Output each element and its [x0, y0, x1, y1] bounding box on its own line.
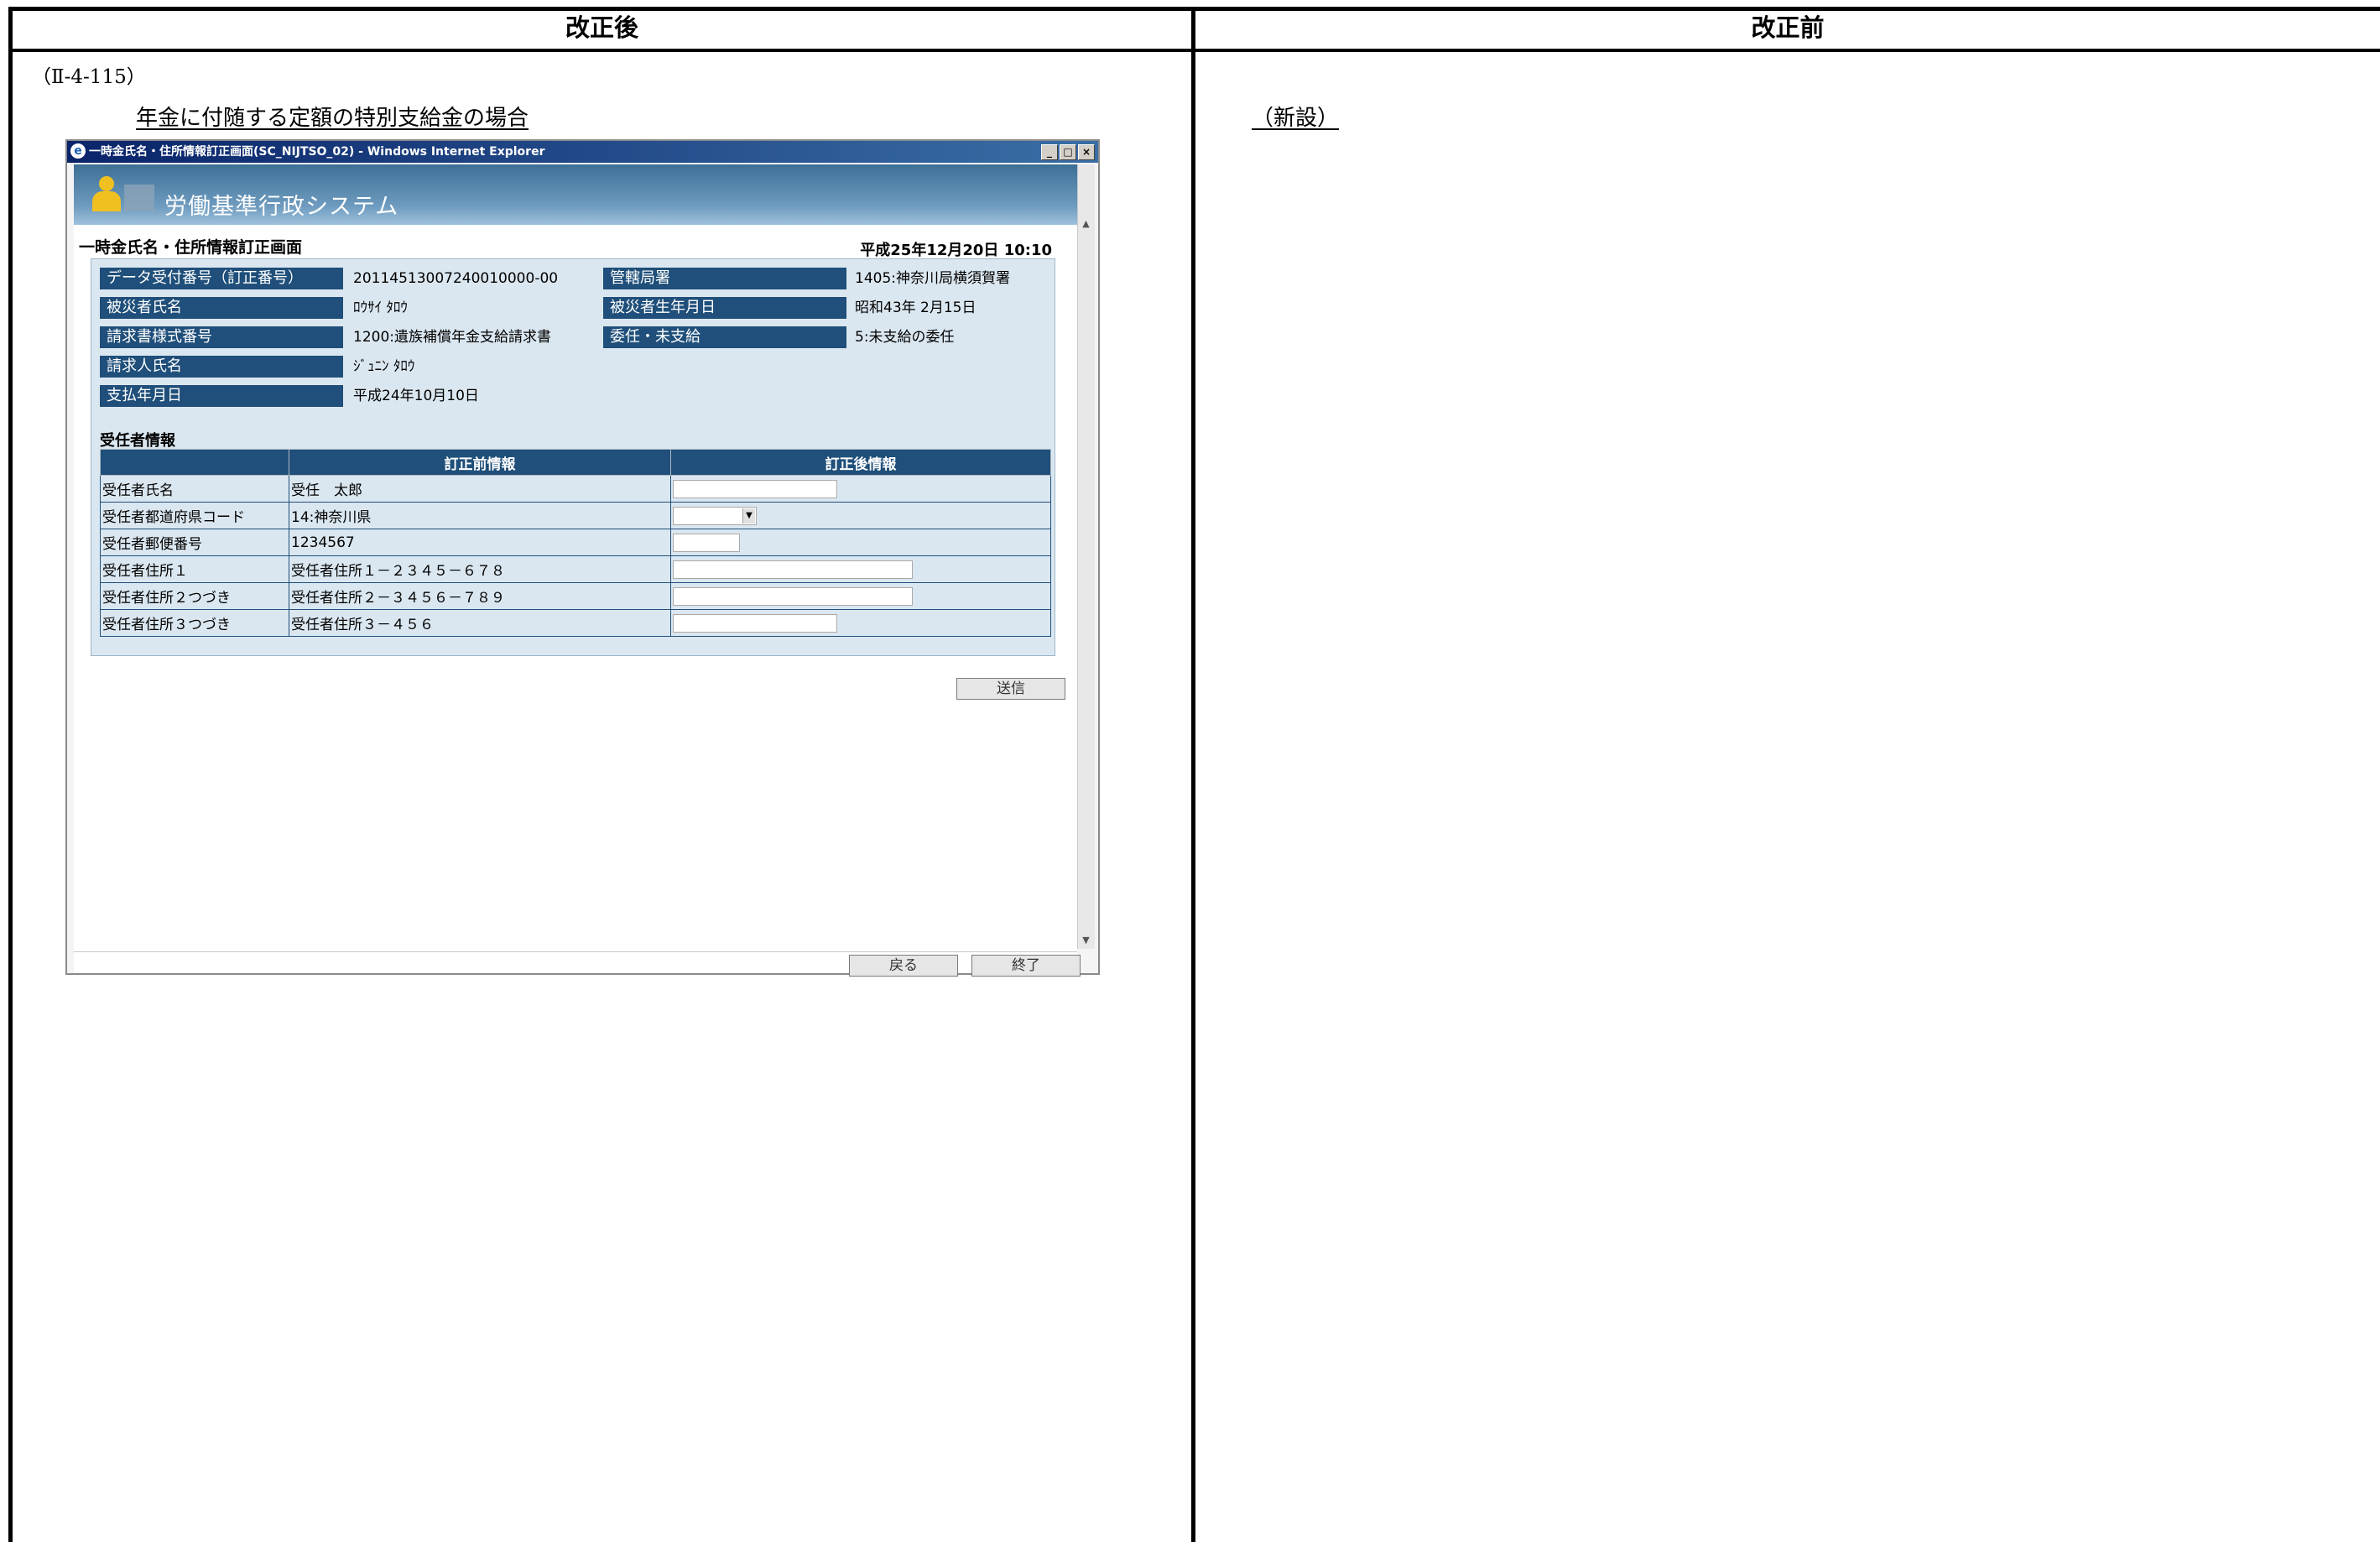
browser-window-screenshot: e 一時金氏名・住所情報訂正画面(SC_NIJTSO_02) - Windows…	[65, 139, 1100, 977]
row-label: 受任者郵便番号	[100, 529, 289, 556]
table-row: 受任者氏名 受任 太郎	[100, 475, 1051, 503]
row-label: 受任者住所３つづき	[100, 609, 289, 637]
row-before-value: 受任 太郎	[289, 475, 671, 503]
app-banner: 労働基準行政システム	[74, 164, 1077, 225]
row-label: 受任者住所２つづき	[100, 582, 289, 610]
payment-date-label: 支払年月日	[100, 385, 343, 407]
row-label: 受任者都道府県コード	[100, 502, 289, 529]
table-row: 受任者住所３つづき 受任者住所３－４５６	[100, 609, 1051, 637]
row-before-value: 14:神奈川県	[289, 502, 671, 529]
row-before-value: 受任者住所２－３４５６－７８９	[289, 582, 671, 610]
table-row: 受任者住所２つづき 受任者住所２－３４５６－７８９	[100, 582, 1051, 610]
window-title: 一時金氏名・住所情報訂正画面(SC_NIJTSO_02) - Windows I…	[89, 145, 545, 159]
heading-after-revision: 改正後	[565, 13, 638, 42]
window-titlebar: e 一時金氏名・住所情報訂正画面(SC_NIJTSO_02) - Windows…	[67, 141, 1098, 163]
row-before-value: 受任者住所１－２３４５－６７８	[289, 555, 671, 583]
app-title: 労働基準行政システム	[164, 194, 399, 220]
claimant-name-value: ｼﾞｭﾆﾝ ﾀﾛｳ	[353, 358, 415, 375]
form-number-value: 1200:遺族補償年金支給請求書	[353, 329, 551, 346]
heading-before-revision: 改正前	[1751, 13, 1825, 42]
exit-button[interactable]: 終了	[971, 955, 1081, 977]
address3-input[interactable]	[673, 613, 837, 633]
figure-caption: 年金に付随する定額の特別支給金の場合	[136, 106, 529, 131]
scroll-up-icon[interactable]: ▲	[1079, 216, 1093, 231]
window-controls: _ □ ×	[1041, 144, 1095, 160]
close-icon[interactable]: ×	[1078, 144, 1095, 160]
row-before-value: 受任者住所３－４５６	[289, 609, 671, 637]
chevron-down-icon: ▼	[742, 508, 755, 524]
form-number-label: 請求書様式番号	[100, 326, 343, 348]
col-after-header: 訂正後情報	[670, 449, 1051, 476]
office-value: 1405:神奈川局横須賀署	[855, 270, 1010, 287]
postal-code-input[interactable]	[673, 533, 740, 552]
office-label: 管轄局署	[603, 268, 846, 289]
page-content: 労働基準行政システム 一時金氏名・住所情報訂正画面 平成25年12月20日 10…	[74, 164, 1081, 977]
user-icon	[92, 176, 121, 213]
claimant-name-label: 請求人氏名	[100, 356, 343, 378]
row-label: 受任者住所１	[100, 555, 289, 583]
address2-input[interactable]	[673, 586, 913, 606]
ie-logo-icon: e	[70, 143, 86, 159]
scroll-down-icon[interactable]: ▼	[1079, 933, 1093, 947]
vertical-scrollbar[interactable]: ▲ ▼	[1077, 164, 1095, 949]
col-before-header: 訂正前情報	[289, 449, 671, 476]
victim-name-value: ﾛｳｻｲ ﾀﾛｳ	[353, 300, 408, 316]
footer-divider	[74, 951, 1077, 952]
delegation-label: 委任・未支給	[603, 326, 846, 348]
screen-datetime: 平成25年12月20日 10:10	[860, 242, 1052, 259]
info-panel: データ受付番号（訂正番号） 20114513007240010000-00 管轄…	[91, 258, 1055, 656]
delegation-value: 5:未支給の委任	[855, 329, 955, 346]
banner-emblem	[124, 185, 154, 211]
receipt-number-value: 20114513007240010000-00	[353, 270, 559, 287]
new-provision-note: （新設）	[1252, 106, 1340, 131]
receipt-number-label: データ受付番号（訂正番号）	[100, 268, 343, 289]
page-reference: （Ⅱ-4-115）	[32, 66, 146, 88]
table-row: 受任者住所１ 受任者住所１－２３４５－６７８	[100, 555, 1051, 583]
minimize-icon[interactable]: _	[1041, 144, 1058, 160]
delegate-name-input[interactable]	[673, 479, 837, 498]
table-row: 受任者都道府県コード 14:神奈川県 ▼	[100, 502, 1051, 529]
row-before-value: 1234567	[289, 529, 671, 556]
maximize-icon[interactable]: □	[1060, 144, 1076, 160]
row-label: 受任者氏名	[100, 475, 289, 503]
header-blank	[100, 449, 289, 476]
payment-date-value: 平成24年10月10日	[353, 388, 479, 404]
screen-title: 一時金氏名・住所情報訂正画面	[79, 238, 303, 257]
delegate-section-title: 受任者情報	[100, 432, 175, 450]
address1-input[interactable]	[673, 560, 913, 579]
table-row: 受任者郵便番号 1234567	[100, 529, 1051, 556]
victim-name-label: 被災者氏名	[100, 297, 343, 319]
header-rule	[8, 49, 2380, 52]
column-divider	[1191, 7, 1195, 1542]
prefecture-select[interactable]: ▼	[673, 506, 757, 525]
back-button[interactable]: 戻る	[849, 955, 958, 977]
send-button[interactable]: 送信	[956, 678, 1065, 700]
delegate-table: 訂正前情報 訂正後情報 受任者氏名 受任 太郎 受任者都道府県コード 14:神奈…	[100, 449, 1051, 637]
victim-birth-label: 被災者生年月日	[603, 297, 846, 319]
victim-birth-value: 昭和43年 2月15日	[855, 300, 976, 316]
